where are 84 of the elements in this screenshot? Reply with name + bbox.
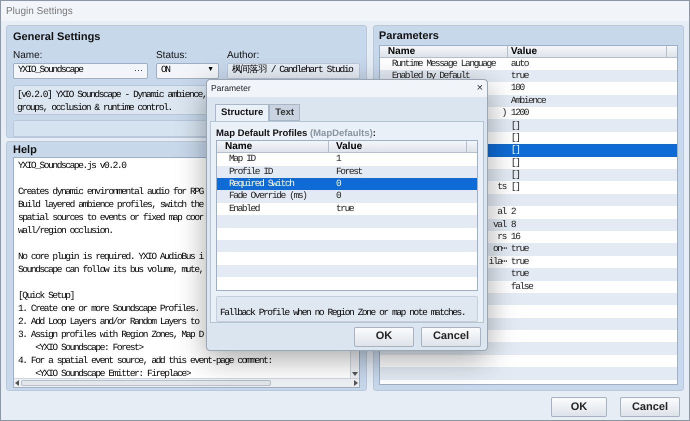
- parameter-value: []: [510, 180, 520, 194]
- parameter-name: on⋯: [492, 242, 506, 256]
- field-name: Enabled: [228, 202, 261, 216]
- help-text-line: 1. Create one or more Soundscape Profiles.: [18, 302, 199, 315]
- help-text-line: [Quick Setup]: [18, 289, 74, 302]
- panel-heading: Parameters: [378, 29, 440, 44]
- help-text-line: 4. For a spatial event source, add this event-page comment:: [18, 354, 272, 367]
- scroll-down-icon[interactable]: [350, 369, 359, 378]
- field-label: Name:: [13, 48, 44, 62]
- parameter-name: val: [493, 218, 506, 232]
- parameter-name: ila⋯: [488, 254, 506, 269]
- parameter-row[interactable]: Runtime Message Language auto: [380, 58, 677, 70]
- dialog-button[interactable]: Cancel: [421, 326, 481, 347]
- tab[interactable]: Structure: [215, 104, 270, 122]
- horizontal-scrollbar[interactable]: [14, 378, 359, 387]
- parameter-value: auto: [510, 56, 528, 71]
- help-text-line: Build layered ambience profiles, switch the: [18, 198, 203, 211]
- parameter-value: true: [510, 242, 528, 256]
- field-value: 0: [335, 177, 340, 192]
- description-box: Fallback Profile when no Region Zone or map note matches.: [216, 296, 478, 322]
- field-value: 1: [335, 152, 340, 166]
- field-name: Map ID: [228, 152, 256, 166]
- field-name: Fade Override (ms): [228, 189, 308, 204]
- column-header[interactable]: Name: [380, 46, 508, 56]
- parameter-value: true: [510, 267, 528, 282]
- scroll-right-icon[interactable]: [354, 380, 358, 386]
- parameter-value: true: [510, 68, 528, 83]
- panel-heading: Help: [13, 144, 37, 156]
- field-label: Author:: [227, 48, 260, 62]
- parameter-value: []: [510, 156, 520, 170]
- window-title: Plugin Settings: [6, 4, 73, 18]
- help-text-line: No core plugin is required. YXIO AudioBus i: [18, 250, 203, 263]
- parameter-value: []: [510, 168, 520, 182]
- help-text-line: spatial sources to events or fixed map coor: [18, 211, 203, 224]
- column-header[interactable]: Value: [508, 46, 667, 56]
- field-name: Profile ID: [228, 164, 274, 179]
- parameter-value: 1200: [510, 106, 528, 120]
- parameter-value: false: [510, 280, 532, 294]
- browse-button[interactable]: ···: [134, 64, 143, 78]
- field-name: Required Switch: [228, 177, 296, 191]
- field-value: true: [335, 202, 354, 216]
- parameter-value: true: [510, 254, 528, 269]
- field-value: 0: [335, 189, 340, 204]
- parameter-name: ): [502, 106, 506, 120]
- scroll-left-icon[interactable]: [15, 380, 19, 386]
- column-header[interactable]: Name: [217, 141, 329, 152]
- parameter-value: 8: [510, 218, 516, 232]
- parameter-value: []: [510, 130, 520, 145]
- field-value: Forest: [335, 164, 362, 179]
- parameter-value: Ambience: [510, 94, 546, 108]
- parameter-value: 2: [510, 205, 516, 220]
- dialog-button[interactable]: OK: [551, 397, 607, 417]
- dialog-title: Parameter: [211, 82, 251, 95]
- tab[interactable]: Text: [269, 104, 300, 122]
- help-text-line: Soundscape can follow its bus volume, mute,: [18, 263, 203, 276]
- help-text-line: YXIO_Soundscape.js v0.2.0: [18, 159, 126, 172]
- structure-label: Map Default Profiles (MapDefaults):: [216, 128, 377, 140]
- dialog-button[interactable]: OK: [354, 326, 414, 347]
- help-text-line: <YXIO Soundscape: Forest>: [34, 341, 143, 354]
- panel-heading: General Settings: [13, 30, 102, 45]
- help-text-line: Creates dynamic environmental audio for RPG: [18, 185, 203, 198]
- parameter-value: []: [510, 118, 520, 133]
- name-field[interactable]: YXIO_Soundscape ···: [13, 62, 148, 78]
- structure-row[interactable]: Fade Override (ms) 0: [217, 190, 477, 203]
- help-text-line: 3. Assign profiles with Region Zones, Map D: [18, 328, 203, 341]
- parameter-value: 100: [510, 81, 524, 96]
- parameter-name: al: [497, 205, 506, 220]
- close-button[interactable]: ×: [476, 83, 483, 94]
- parameter-value: []: [510, 143, 520, 158]
- parameter-name: Runtime Message Language: [390, 56, 496, 71]
- scroll-thumb[interactable]: [21, 380, 271, 386]
- structure-row[interactable]: Required Switch 0: [217, 178, 477, 190]
- dialog-button[interactable]: Cancel: [620, 397, 680, 417]
- field-label: Status:: [156, 48, 188, 62]
- help-text-line: 2. Add Loop Layers and/or Random Layers to: [18, 315, 199, 328]
- help-text-line: <YXIO Soundscape Emitter: Fireplace>: [34, 367, 190, 378]
- author-field[interactable]: 枫间落羽 / Candlehart Studio: [227, 62, 360, 78]
- column-header[interactable]: Value: [329, 141, 467, 152]
- parameter-value: 16: [510, 230, 520, 244]
- parameter-name: ts: [497, 180, 506, 194]
- parameter-name: Enabled by Default: [390, 68, 470, 83]
- help-text-line: wall/region occlusion.: [18, 224, 113, 237]
- parameter-name: rs: [497, 230, 506, 244]
- structure-row[interactable]: Profile ID Forest: [217, 166, 477, 178]
